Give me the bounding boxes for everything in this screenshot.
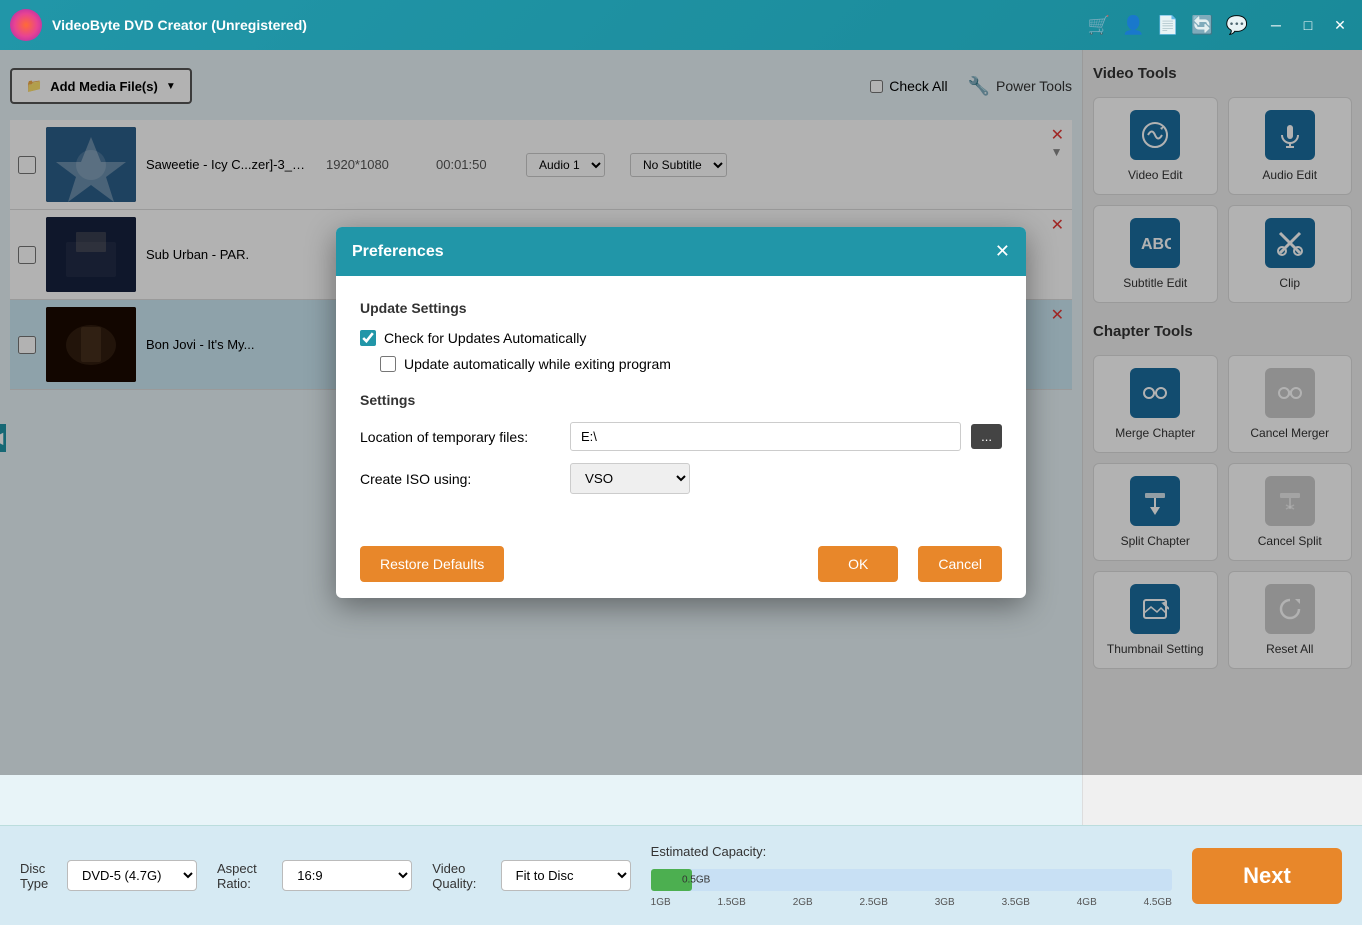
tick-4-5gb: 4.5GB (1144, 897, 1172, 908)
location-label: Location of temporary files: (360, 429, 560, 445)
video-quality-section: Video Quality: Fit to Disc High Medium L… (432, 860, 630, 891)
tick-2gb: 2GB (793, 897, 813, 908)
disc-type-select[interactable]: DVD-5 (4.7G) DVD-9 (8.5G) BD-25 BD-50 (67, 860, 197, 891)
modal-title: Preferences (352, 243, 444, 261)
chat-icon[interactable]: 💬 (1226, 15, 1248, 36)
modal-overlay: Preferences ✕ Update Settings Check for … (0, 50, 1362, 775)
next-button[interactable]: Next (1192, 848, 1342, 904)
aspect-ratio-section: Aspect Ratio: 16:9 4:3 (217, 860, 412, 891)
capacity-section: Estimated Capacity: 1GB 1.5GB 2GB 2.5GB … (651, 844, 1172, 908)
close-button[interactable]: ✕ (1328, 13, 1352, 37)
minimize-button[interactable]: ─ (1264, 13, 1288, 37)
aspect-ratio-label: Aspect Ratio: (217, 861, 272, 891)
tick-1-5gb: 1.5GB (718, 897, 746, 908)
modal-footer: Restore Defaults OK Cancel (336, 530, 1026, 598)
update-settings-heading: Update Settings (360, 300, 1002, 316)
bottom-bar: Disc Type DVD-5 (4.7G) DVD-9 (8.5G) BD-2… (0, 825, 1362, 925)
tick-2-5gb: 2.5GB (860, 897, 888, 908)
check-updates-checkbox[interactable] (360, 330, 376, 346)
iso-row: Create ISO using: VSO ImgBurn (360, 463, 1002, 494)
iso-select[interactable]: VSO ImgBurn (570, 463, 690, 494)
location-input[interactable] (570, 422, 961, 451)
cart-icon[interactable]: 🛒 (1088, 15, 1110, 36)
restore-defaults-button[interactable]: Restore Defaults (360, 546, 504, 582)
disc-type-section: Disc Type DVD-5 (4.7G) DVD-9 (8.5G) BD-2… (20, 860, 197, 891)
app-logo (10, 9, 42, 41)
file-icon[interactable]: 📄 (1157, 15, 1179, 36)
user-icon[interactable]: 👤 (1122, 15, 1144, 36)
video-quality-label: Video Quality: (432, 861, 490, 891)
cancel-button[interactable]: Cancel (918, 546, 1002, 582)
modal-body: Update Settings Check for Updates Automa… (336, 276, 1026, 530)
preferences-modal: Preferences ✕ Update Settings Check for … (336, 227, 1026, 598)
capacity-fill (651, 869, 693, 891)
video-quality-select[interactable]: Fit to Disc High Medium Low (501, 860, 631, 891)
auto-update-row: Update automatically while exiting progr… (360, 356, 1002, 372)
tick-4gb: 4GB (1077, 897, 1097, 908)
titlebar: VideoByte DVD Creator (Unregistered) 🛒 👤… (0, 0, 1362, 50)
disc-type-label: Disc Type (20, 861, 57, 891)
window-controls: ─ □ ✕ (1264, 13, 1352, 37)
update-icon[interactable]: 🔄 (1191, 15, 1213, 36)
tick-3gb: 3GB (935, 897, 955, 908)
capacity-bar (651, 869, 1172, 891)
auto-update-label: Update automatically while exiting progr… (404, 356, 671, 372)
settings-heading: Settings (360, 392, 1002, 408)
settings-section: Settings Location of temporary files: ..… (360, 392, 1002, 494)
check-updates-label: Check for Updates Automatically (384, 330, 586, 346)
capacity-label: Estimated Capacity: (651, 844, 767, 859)
modal-right-buttons: OK Cancel (818, 546, 1002, 582)
modal-close-button[interactable]: ✕ (995, 241, 1010, 262)
modal-header: Preferences ✕ (336, 227, 1026, 276)
maximize-button[interactable]: □ (1296, 13, 1320, 37)
iso-label: Create ISO using: (360, 471, 560, 487)
app-title: VideoByte DVD Creator (Unregistered) (52, 17, 1088, 33)
capacity-ticks: 1GB 1.5GB 2GB 2.5GB 3GB 3.5GB 4GB 4.5GB (651, 897, 1172, 908)
browse-button[interactable]: ... (971, 424, 1002, 449)
aspect-ratio-select[interactable]: 16:9 4:3 (282, 860, 412, 891)
titlebar-icons: 🛒 👤 📄 🔄 💬 (1088, 15, 1248, 36)
ok-button[interactable]: OK (818, 546, 898, 582)
auto-update-checkbox[interactable] (380, 356, 396, 372)
location-row: Location of temporary files: ... (360, 422, 1002, 451)
check-updates-row: Check for Updates Automatically (360, 330, 1002, 346)
tick-1gb: 1GB (651, 897, 671, 908)
tick-3-5gb: 3.5GB (1002, 897, 1030, 908)
